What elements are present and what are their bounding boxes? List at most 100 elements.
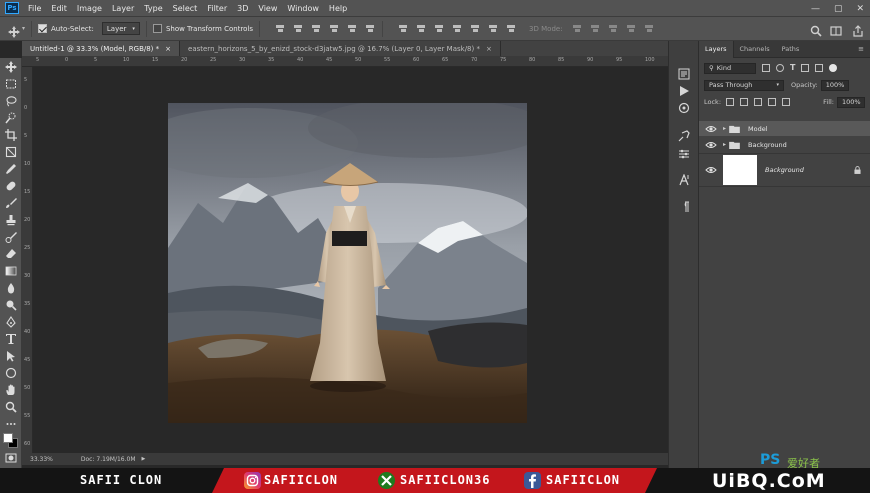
shape-icon[interactable] (5, 367, 17, 379)
menu-image[interactable]: Image (72, 0, 107, 17)
lock-transparent-icon[interactable] (726, 98, 735, 106)
more-tools-icon[interactable] (5, 418, 17, 430)
move-icon[interactable] (5, 61, 17, 73)
dodge-icon[interactable] (5, 299, 17, 311)
align-bottom-icon[interactable] (310, 23, 322, 34)
filter-kind-dropdown[interactable]: ⚲ Kind (704, 62, 756, 74)
filter-smart-object-icon[interactable] (815, 64, 824, 72)
layer-name[interactable]: Background (748, 141, 787, 149)
menu-filter[interactable]: Filter (202, 0, 232, 17)
zoom-icon[interactable] (5, 401, 17, 413)
canvas-area[interactable] (33, 67, 668, 453)
distribute-left-icon[interactable] (451, 23, 463, 34)
layer-row-background[interactable]: Background (699, 153, 870, 187)
visibility-eye-icon[interactable] (705, 141, 717, 149)
brush-settings-icon[interactable] (678, 127, 690, 142)
lock-artboard-icon[interactable] (768, 98, 777, 106)
foreground-color-swatch[interactable] (3, 433, 13, 443)
tab-eastern-horizons[interactable]: eastern_horizons_5_by_enizd_stock-d3jatw… (180, 41, 501, 56)
3d-scale-icon[interactable] (643, 23, 655, 34)
auto-align-icon[interactable] (505, 23, 517, 34)
swatches-icon[interactable] (678, 99, 690, 114)
tab-untitled-1[interactable]: Untitled-1 @ 33.3% (Model, RGB/8) * × (22, 41, 181, 56)
menu-3d[interactable]: 3D (232, 0, 253, 17)
marquee-icon[interactable] (5, 78, 17, 90)
history-icon[interactable] (678, 65, 690, 80)
brush-icon[interactable] (5, 197, 17, 209)
blur-icon[interactable] (5, 282, 17, 294)
paragraph-icon[interactable] (678, 198, 690, 212)
distribute-hcenter-icon[interactable] (469, 23, 481, 34)
group-expand-icon[interactable]: ▸ (723, 141, 726, 148)
adjustments-icon[interactable] (678, 145, 690, 159)
status-arrow-icon[interactable]: ▶ (142, 456, 146, 462)
character-icon[interactable] (678, 171, 690, 186)
workspace-icon[interactable] (830, 22, 842, 36)
preset-chevron-icon[interactable]: ▾ (22, 25, 25, 32)
distribute-top-icon[interactable] (397, 23, 409, 34)
quick-select-icon[interactable] (5, 112, 17, 124)
hand-icon[interactable] (5, 384, 17, 396)
filter-type-icon[interactable]: T (790, 64, 795, 72)
lock-all-icon[interactable] (782, 98, 791, 106)
pen-icon[interactable] (5, 316, 17, 328)
auto-select-checkbox[interactable] (38, 24, 48, 33)
lock-position-icon[interactable] (754, 98, 763, 106)
share-icon[interactable] (852, 22, 864, 37)
align-left-icon[interactable] (328, 23, 340, 34)
minimize-icon[interactable]: — (811, 4, 820, 14)
lasso-icon[interactable] (5, 95, 17, 107)
eyedropper-icon[interactable] (5, 163, 17, 175)
distribute-right-icon[interactable] (487, 23, 499, 34)
visibility-eye-icon[interactable] (705, 166, 717, 174)
gradient-icon[interactable] (5, 265, 17, 277)
3d-orbit-icon[interactable] (571, 23, 583, 34)
distribute-vcenter-icon[interactable] (415, 23, 427, 34)
layer-row-background-group[interactable]: ▸ Background (699, 137, 870, 152)
menu-select[interactable]: Select (168, 0, 203, 17)
ruler-left[interactable]: 5 0 5 10 15 20 25 30 35 40 45 50 55 60 (22, 67, 33, 453)
quick-mask-icon[interactable] (5, 452, 17, 464)
path-select-icon[interactable] (5, 350, 17, 362)
blend-mode-dropdown[interactable]: Pass Through ▾ (704, 79, 784, 91)
lock-pixels-icon[interactable] (740, 98, 749, 106)
menu-type[interactable]: Type (139, 0, 167, 17)
menu-layer[interactable]: Layer (107, 0, 139, 17)
maximize-icon[interactable]: ▢ (834, 4, 843, 14)
crop-icon[interactable] (5, 129, 17, 141)
auto-select-dropdown[interactable]: Layer ▾ (101, 22, 140, 35)
visibility-eye-icon[interactable] (705, 125, 717, 133)
filter-pixel-icon[interactable] (762, 64, 770, 72)
panel-menu-icon[interactable]: ≡ (858, 45, 864, 53)
tab-close-icon[interactable]: × (165, 45, 171, 53)
filter-toggle-icon[interactable] (829, 64, 838, 72)
move-tool-preset-icon[interactable] (8, 23, 20, 38)
align-hcenter-icon[interactable] (346, 23, 358, 34)
healing-icon[interactable] (5, 180, 17, 192)
menu-file[interactable]: File (23, 0, 46, 17)
opacity-input[interactable]: 100% (820, 79, 849, 91)
actions-icon[interactable] (678, 82, 690, 96)
layer-name[interactable]: Background (765, 166, 804, 174)
distribute-bottom-icon[interactable] (433, 23, 445, 34)
history-brush-icon[interactable] (5, 231, 17, 243)
tab-channels[interactable]: Channels (734, 41, 776, 58)
menu-view[interactable]: View (253, 0, 282, 17)
menu-edit[interactable]: Edit (46, 0, 72, 17)
document-canvas[interactable] (168, 103, 527, 423)
clone-stamp-icon[interactable] (5, 214, 17, 226)
zoom-level[interactable]: 33.33% (30, 456, 53, 463)
align-vcenter-icon[interactable] (292, 23, 304, 34)
layer-row-model[interactable]: ▸ Model (699, 121, 870, 136)
frame-icon[interactable] (5, 146, 17, 158)
tab-close-icon[interactable]: × (486, 45, 492, 53)
3d-pan-icon[interactable] (607, 23, 619, 34)
align-right-icon[interactable] (364, 23, 376, 34)
tab-paths[interactable]: Paths (776, 41, 806, 58)
close-icon[interactable]: ✕ (856, 4, 864, 14)
type-icon[interactable] (5, 333, 17, 345)
show-transform-checkbox[interactable] (152, 24, 162, 33)
filter-shape-icon[interactable] (801, 64, 810, 72)
filter-adjustment-icon[interactable] (776, 64, 784, 72)
3d-slide-icon[interactable] (625, 23, 637, 34)
